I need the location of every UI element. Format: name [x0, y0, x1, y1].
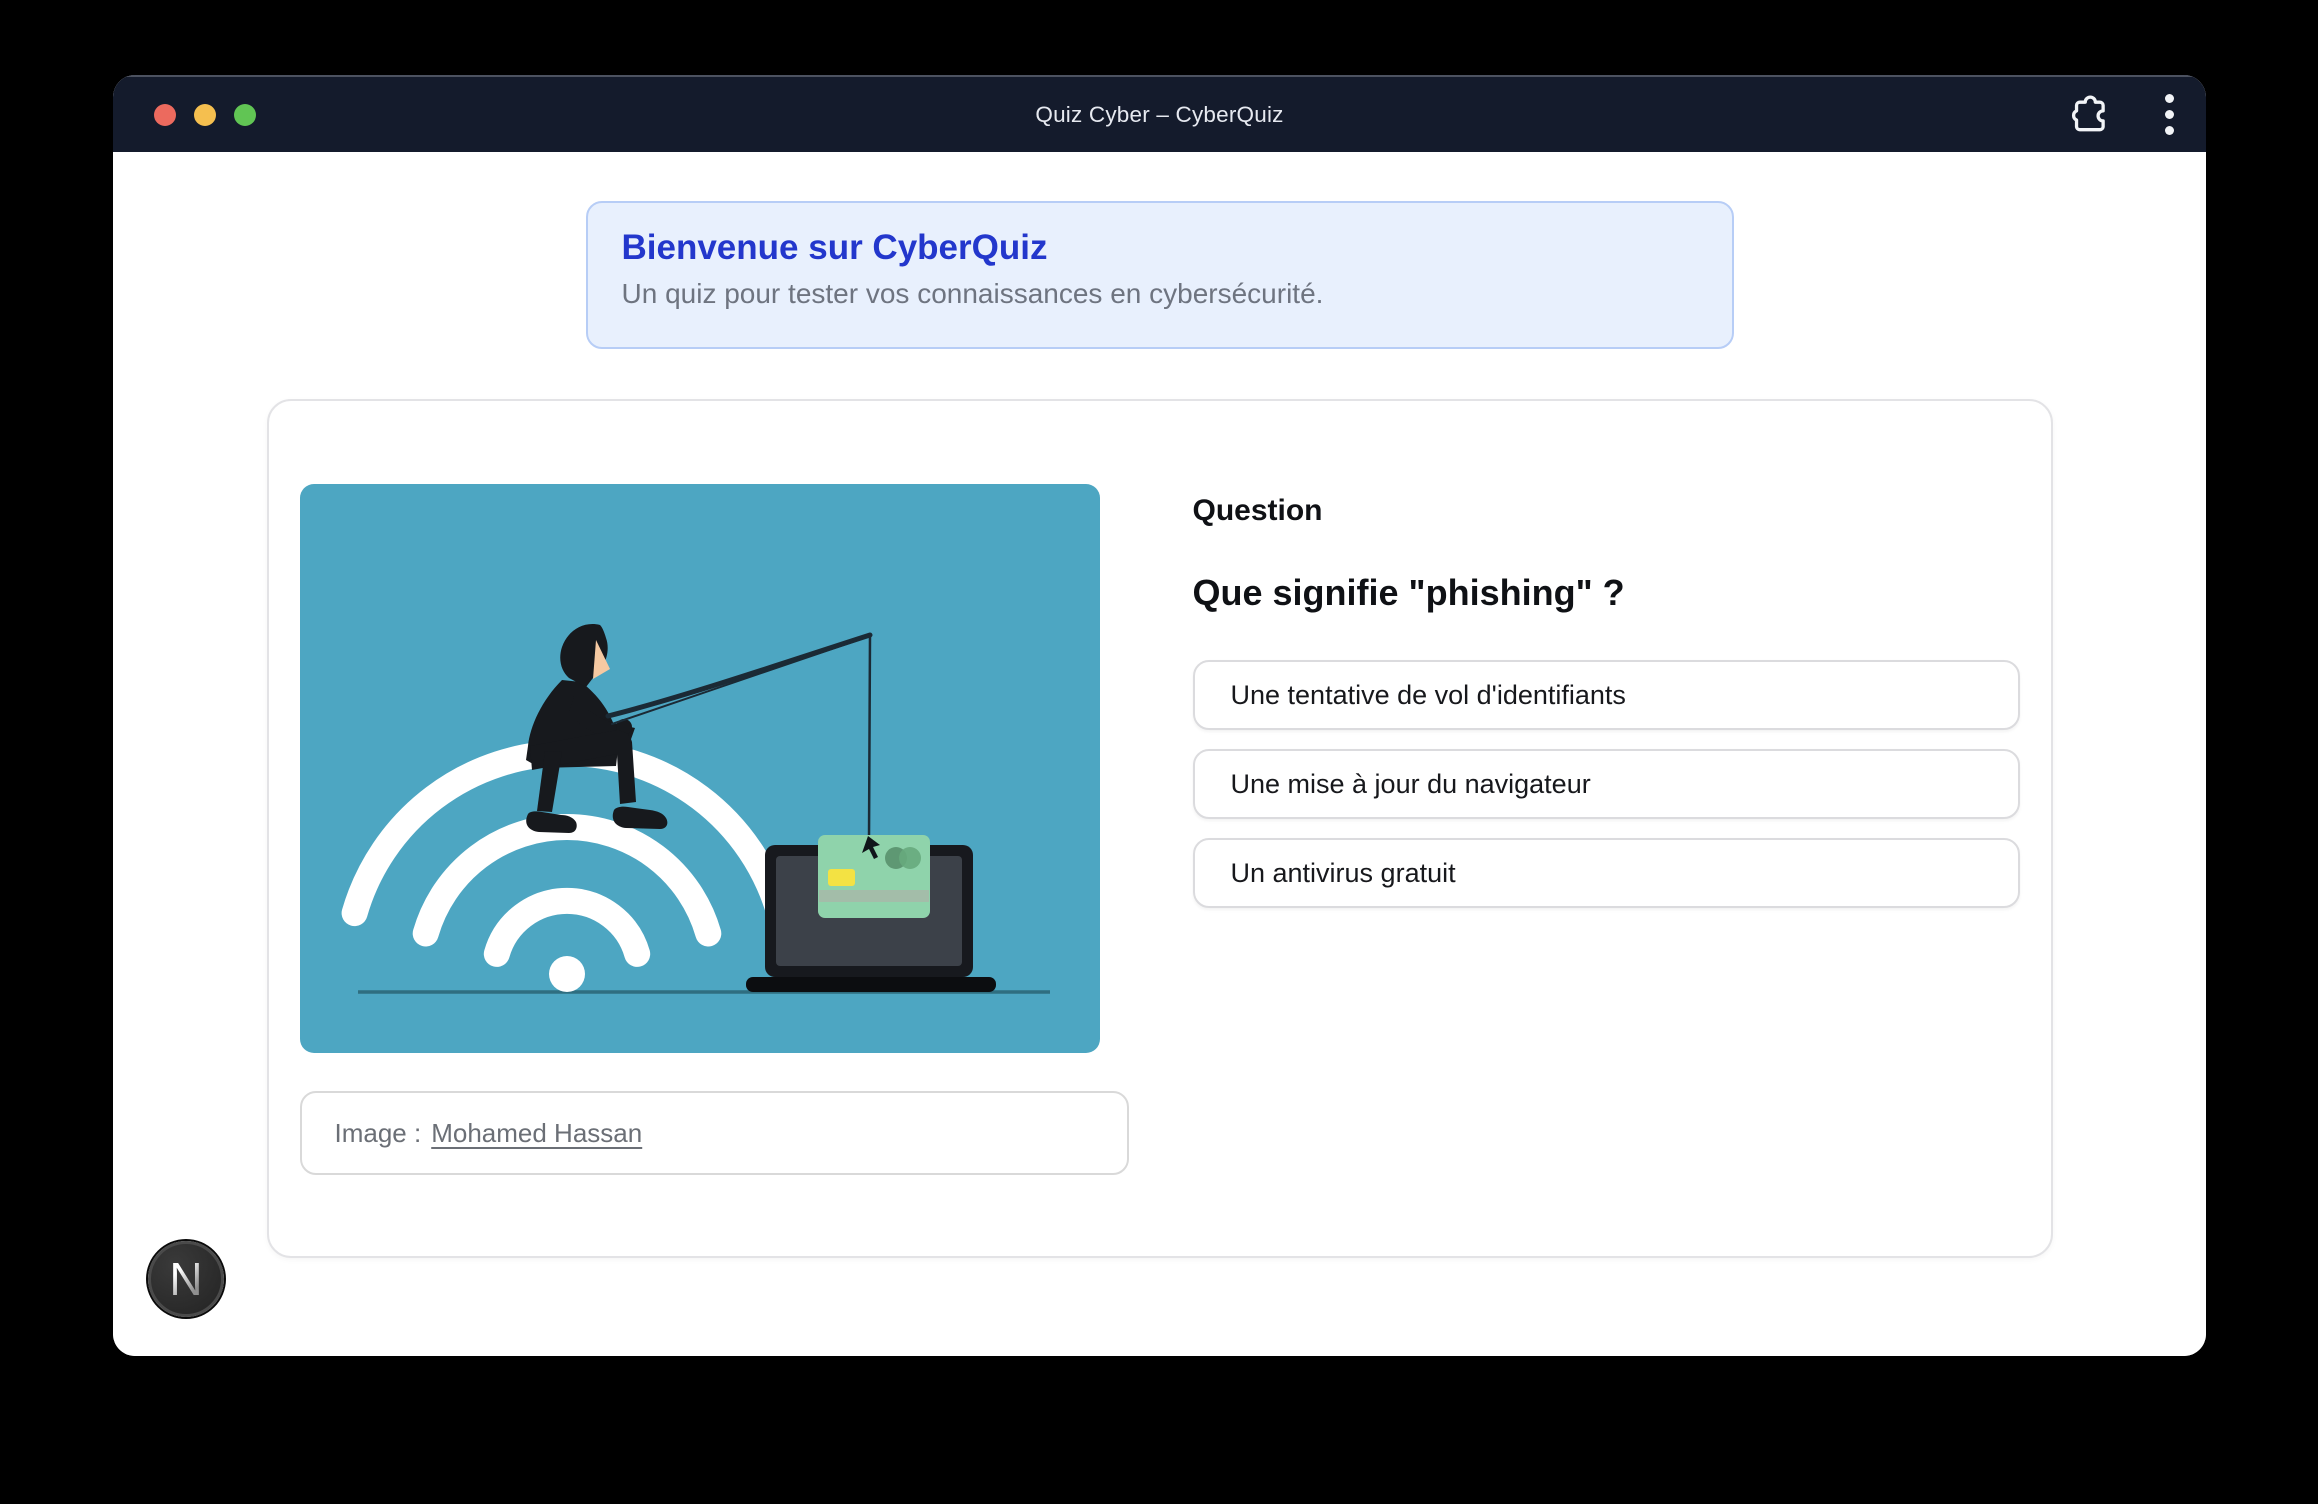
nextjs-dev-badge[interactable]: N [148, 1241, 224, 1317]
image-column: Image : Mohamed Hassan [300, 461, 1129, 1256]
traffic-lights [154, 77, 256, 152]
question-text: Que signifie "phishing" ? [1193, 572, 2020, 614]
extensions-puzzle-icon[interactable] [2066, 93, 2110, 137]
fullscreen-button[interactable] [234, 104, 256, 126]
phishing-illustration [300, 484, 1100, 1053]
banner-title: Bienvenue sur CyberQuiz [622, 227, 1698, 269]
question-column: Question Que signifie "phishing" ? Une t… [1193, 494, 2020, 1256]
browser-window: Quiz Cyber – CyberQuiz Bienvenue sur Cyb… [113, 75, 2206, 1356]
titlebar-actions [2066, 77, 2180, 152]
image-credit-label: Image : [335, 1118, 422, 1149]
image-credit-link[interactable]: Mohamed Hassan [431, 1118, 642, 1149]
nextjs-logo-letter: N [169, 1256, 202, 1302]
question-section-label: Question [1193, 494, 2020, 528]
credit-card [818, 835, 930, 918]
quiz-card: Image : Mohamed Hassan Question Que sign… [267, 399, 2053, 1258]
answer-options: Une tentative de vol d'identifiants Une … [1193, 660, 2020, 908]
illustration-background [300, 484, 1100, 1053]
window-title: Quiz Cyber – CyberQuiz [1035, 102, 1283, 128]
banner-subtitle: Un quiz pour tester vos connaissances en… [622, 278, 1698, 310]
welcome-banner: Bienvenue sur CyberQuiz Un quiz pour tes… [586, 201, 1734, 349]
close-button[interactable] [154, 104, 176, 126]
answer-option-1[interactable]: Une tentative de vol d'identifiants [1193, 660, 2020, 730]
window-titlebar: Quiz Cyber – CyberQuiz [113, 75, 2206, 152]
kebab-menu-icon[interactable] [2159, 88, 2180, 141]
desktop-background: Quiz Cyber – CyberQuiz Bienvenue sur Cyb… [0, 0, 2318, 1504]
answer-option-2[interactable]: Une mise à jour du navigateur [1193, 749, 2020, 819]
wifi-dot [549, 956, 585, 992]
page-content: Bienvenue sur CyberQuiz Un quiz pour tes… [113, 152, 2206, 1356]
minimize-button[interactable] [194, 104, 216, 126]
image-credit-box: Image : Mohamed Hassan [300, 1091, 1129, 1175]
answer-option-3[interactable]: Un antivirus gratuit [1193, 838, 2020, 908]
